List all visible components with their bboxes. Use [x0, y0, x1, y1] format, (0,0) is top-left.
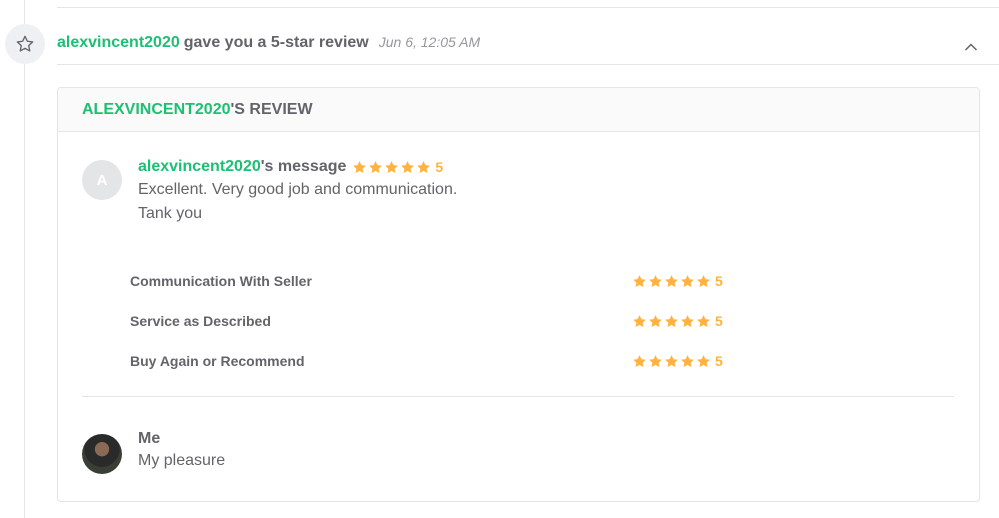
star-filled-icon — [649, 274, 662, 287]
star-filled-icon — [681, 354, 694, 367]
rating-criteria: Communication With Seller 5 Service as D… — [130, 261, 750, 381]
review-card-title: ALEXVINCENT2020'S REVIEW — [82, 101, 313, 119]
collapse-button[interactable] — [962, 38, 980, 56]
star-outline-icon — [5, 24, 45, 64]
criteria-rating-value: 5 — [715, 313, 723, 329]
star-filled-icon — [401, 160, 415, 173]
star-filled-icon — [681, 314, 694, 327]
star-filled-icon — [697, 314, 710, 327]
event-timestamp: Jun 6, 12:05 AM — [378, 34, 481, 50]
buyer-message-header: alexvincent2020's message 5 — [138, 158, 457, 176]
criteria-stars: 5 — [632, 273, 723, 289]
overall-rating-stars: 5 — [352, 159, 443, 175]
star-filled-icon — [697, 274, 710, 287]
buyer-message: alexvincent2020's message 5 Excellent. V… — [138, 158, 457, 226]
criteria-stars: 5 — [632, 353, 723, 369]
top-divider — [57, 7, 999, 8]
seller-reply-name: Me — [138, 430, 161, 447]
review-header-username: ALEXVINCENT2020 — [82, 100, 231, 118]
criteria-row: Buy Again or Recommend 5 — [130, 341, 750, 381]
criteria-rating-value: 5 — [715, 353, 723, 369]
buyer-message-text: Excellent. Very good job and communicati… — [138, 181, 458, 222]
review-event-row: alexvincent2020 gave you a 5-star review… — [57, 34, 480, 52]
star-filled-icon — [633, 314, 646, 327]
seller-avatar — [82, 434, 122, 474]
star-filled-icon — [681, 274, 694, 287]
criteria-label: Buy Again or Recommend — [130, 353, 305, 369]
star-filled-icon — [417, 160, 431, 173]
star-filled-icon — [633, 354, 646, 367]
star-filled-icon — [369, 160, 383, 173]
buyer-avatar-letter: A — [96, 171, 108, 189]
review-card: ALEXVINCENT2020'S REVIEW A alexvincent20… — [57, 87, 980, 502]
buyer-message-suffix: 's message — [260, 158, 347, 175]
star-filled-icon — [649, 354, 662, 367]
star-filled-icon — [353, 160, 367, 173]
seller-reply-text: My pleasure — [138, 452, 226, 469]
timeline-line — [24, 0, 25, 518]
seller-reply: Me My pleasure — [138, 430, 225, 470]
criteria-row: Service as Described 5 — [130, 301, 750, 341]
review-card-header: ALEXVINCENT2020'S REVIEW — [58, 88, 979, 132]
star-filled-icon — [385, 160, 399, 173]
buyer-username-link[interactable]: alexvincent2020 — [138, 158, 261, 176]
star-outline-icon-svg — [16, 35, 34, 52]
criteria-label: Communication With Seller — [130, 273, 312, 289]
review-header-suffix: 'S REVIEW — [230, 100, 313, 118]
event-username-link[interactable]: alexvincent2020 — [57, 34, 180, 52]
criteria-stars: 5 — [632, 313, 723, 329]
criteria-row: Communication With Seller 5 — [130, 261, 750, 301]
star-filled-icon — [665, 354, 678, 367]
criteria-rating-value: 5 — [715, 273, 723, 289]
overall-rating-value: 5 — [435, 159, 444, 175]
event-divider — [57, 64, 999, 65]
star-filled-icon — [649, 314, 662, 327]
buyer-avatar: A — [82, 160, 122, 200]
event-action-text: gave you a 5-star review — [183, 34, 369, 51]
star-filled-icon — [665, 314, 678, 327]
star-filled-icon — [665, 274, 678, 287]
criteria-label: Service as Described — [130, 313, 271, 329]
star-filled-icon — [633, 274, 646, 287]
section-divider — [82, 396, 954, 397]
chevron-up-icon — [964, 43, 978, 51]
star-filled-icon — [697, 354, 710, 367]
